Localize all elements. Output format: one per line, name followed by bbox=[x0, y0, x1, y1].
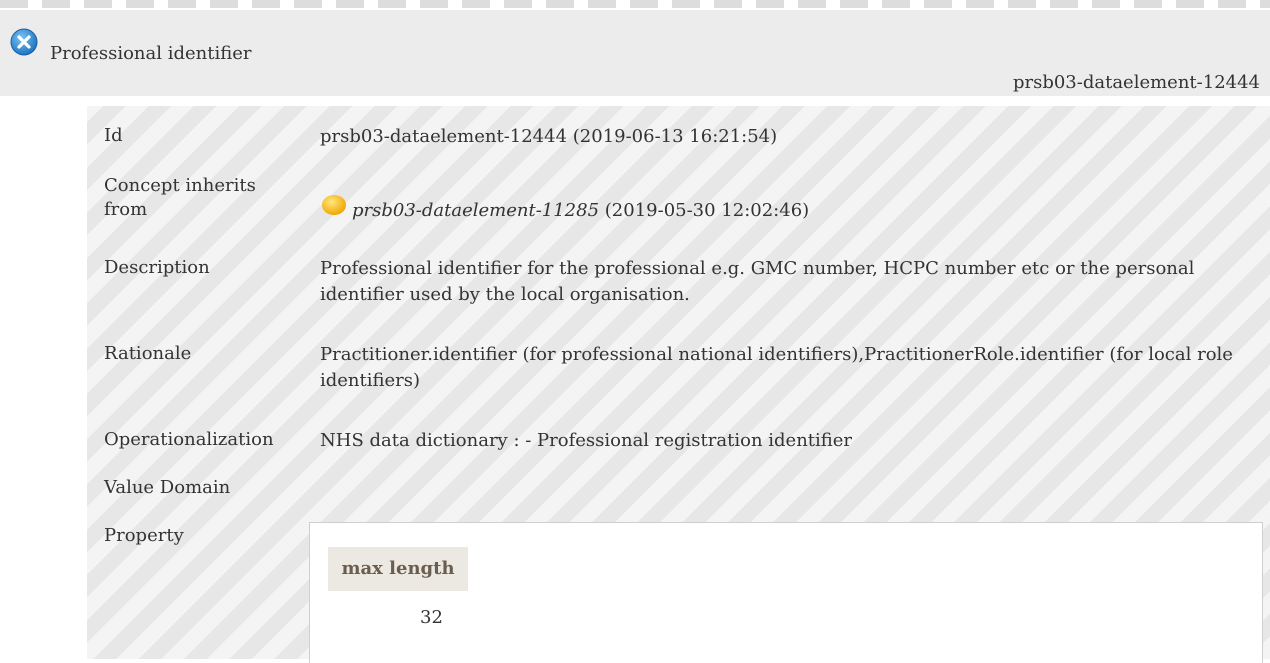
description-value: Professional identifier for the professi… bbox=[320, 258, 1195, 305]
id-value: prsb03-dataelement-12444 (2019-06-13 16:… bbox=[320, 126, 778, 147]
inherits-value: prsb03-dataelement-11285 (2019-05-30 12:… bbox=[320, 194, 1260, 224]
property-header-max-length: max length bbox=[328, 547, 468, 591]
description-label: Description bbox=[104, 257, 210, 278]
operationalization-label: Operationalization bbox=[104, 429, 274, 450]
header-concept-id: prsb03-dataelement-12444 bbox=[1012, 72, 1260, 93]
operationalization-value: NHS data dictionary : - Professional reg… bbox=[320, 430, 853, 451]
concept-details-panel: Id prsb03-dataelement-12444 (2019-06-13 … bbox=[87, 106, 1270, 663]
inherits-link[interactable]: prsb03-dataelement-11285 bbox=[352, 200, 599, 221]
rationale-value: Practitioner.identifier (for professiona… bbox=[320, 344, 1233, 391]
page-title: Professional identifier bbox=[50, 43, 252, 64]
id-label: Id bbox=[104, 125, 123, 146]
property-value-max-length: 32 bbox=[420, 607, 443, 628]
property-table: max length 32 bbox=[309, 522, 1263, 663]
property-label: Property bbox=[104, 525, 184, 546]
rationale-label: Rationale bbox=[104, 343, 192, 364]
top-dashed-border bbox=[0, 0, 1270, 8]
status-dot-icon bbox=[322, 195, 346, 215]
inherits-date: (2019-05-30 12:02:46) bbox=[604, 200, 810, 221]
concept-header: Professional identifier prsb03-dataeleme… bbox=[0, 10, 1270, 96]
inherits-label: Concept inherits from bbox=[104, 175, 256, 220]
close-circle-icon[interactable] bbox=[9, 27, 39, 57]
value-domain-label: Value Domain bbox=[104, 477, 231, 498]
